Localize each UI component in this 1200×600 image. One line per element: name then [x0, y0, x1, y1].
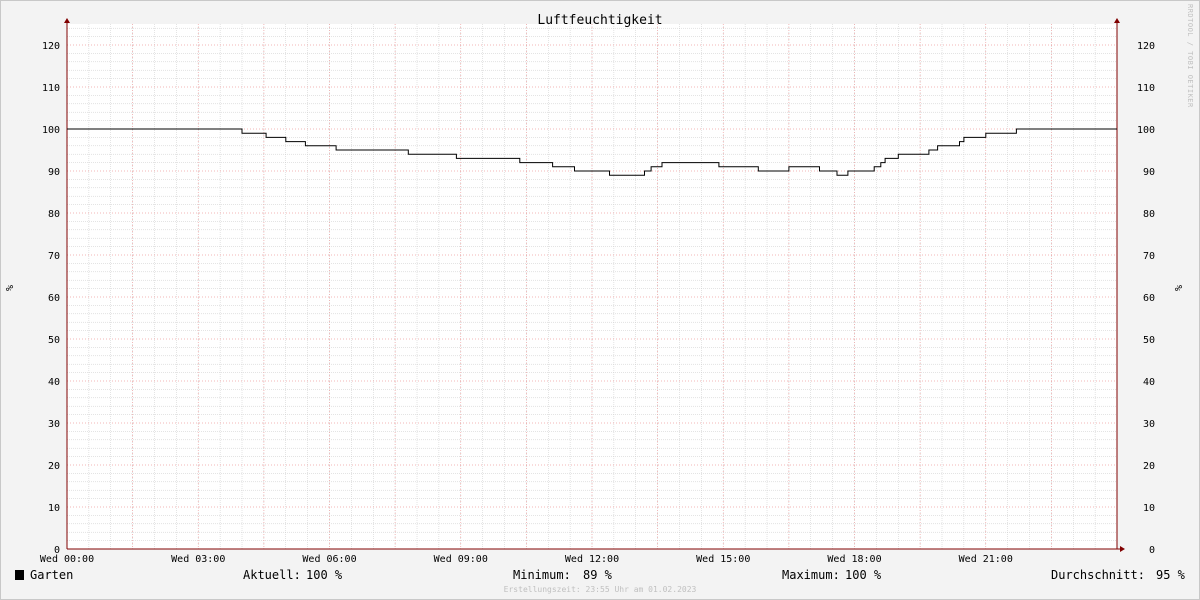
legend: Garten Aktuell: 100 % Minimum: 89 % Maxi…	[0, 566, 1200, 584]
legend-series-name: Garten	[30, 568, 74, 582]
y-tick-label-right: 90	[1143, 167, 1155, 178]
y-axis-label-right: %	[1174, 285, 1185, 291]
y-tick-label-right: 50	[1143, 335, 1155, 346]
legend-avg-label: Durchschnitt:	[1051, 568, 1145, 582]
y-tick-label-right: 40	[1143, 377, 1155, 388]
y-tick-label-right: 120	[1137, 41, 1155, 52]
y-tick-label-right: 60	[1143, 293, 1155, 304]
x-tick-label: Wed 18:00	[827, 554, 881, 565]
watermark: RRDTOOL / TOBI OETIKER	[1186, 4, 1194, 108]
x-tick-label: Wed 00:00	[40, 554, 94, 565]
legend-avg-value: 95 %	[1156, 568, 1185, 582]
y-tick-label-left: 10	[48, 503, 60, 514]
legend-max-label: Maximum:	[782, 568, 840, 582]
y-tick-label-right: 80	[1143, 209, 1155, 220]
humidity-chart: 0 010 1020 2030 3040 4050 5060 6070 7080 8090 9010…	[5, 13, 1185, 565]
y-tick-label-right: 30	[1143, 419, 1155, 430]
generation-time: Erstellungszeit: 23:55 Uhr am 01.02.2023	[503, 585, 697, 594]
chart-title: Luftfeuchtigkeit	[537, 13, 662, 28]
y-axis-arrow-right	[1114, 18, 1120, 23]
y-tick-label-right: 100	[1137, 125, 1155, 136]
y-tick-label-left: 30	[48, 419, 60, 430]
y-tick-label-right: 110	[1137, 83, 1155, 94]
y-tick-label-left: 100	[42, 125, 60, 136]
legend-swatch	[15, 570, 24, 580]
y-tick-label-left: 50	[48, 335, 60, 346]
y-tick-label-left: 60	[48, 293, 60, 304]
y-tick-label-left: 40	[48, 377, 60, 388]
legend-current-label: Aktuell:	[243, 568, 301, 582]
x-tick-label: Wed 06:00	[302, 554, 356, 565]
legend-current-value: 100 %	[306, 568, 343, 582]
y-tick-label-right: 20	[1143, 461, 1155, 472]
x-tick-label: Wed 12:00	[565, 554, 619, 565]
x-axis-arrow	[1120, 546, 1125, 552]
y-axis-label-left: %	[5, 285, 16, 291]
legend-max-value: 100 %	[845, 568, 882, 582]
y-tick-label-left: 70	[48, 251, 60, 262]
y-tick-label-left: 20	[48, 461, 60, 472]
y-tick-label-right: 0	[1149, 545, 1155, 556]
x-tick-label: Wed 09:00	[434, 554, 488, 565]
x-tick-label: Wed 03:00	[171, 554, 225, 565]
y-tick-label-right: 10	[1143, 503, 1155, 514]
y-tick-label-right: 70	[1143, 251, 1155, 262]
y-tick-label-left: 120	[42, 41, 60, 52]
y-axis-arrow-left	[64, 18, 70, 23]
y-tick-label-left: 90	[48, 167, 60, 178]
legend-min-value: 89 %	[583, 568, 612, 582]
legend-min-label: Minimum:	[513, 568, 571, 582]
x-tick-label: Wed 15:00	[696, 554, 750, 565]
grid	[67, 24, 1117, 549]
y-tick-label-left: 80	[48, 209, 60, 220]
x-tick-label: Wed 21:00	[959, 554, 1013, 565]
y-tick-label-left: 110	[42, 83, 60, 94]
